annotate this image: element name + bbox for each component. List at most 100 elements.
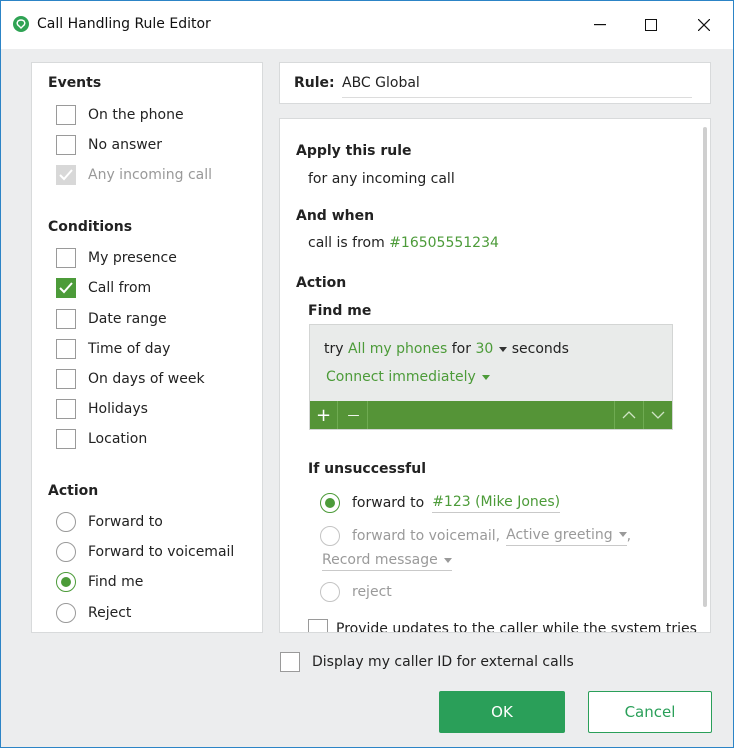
rule-details-panel: Apply this rule for any incoming call An… [279,118,711,633]
radio-button[interactable] [56,512,76,532]
radio-button[interactable] [56,603,76,623]
title-bar: Call Handling Rule Editor [1,1,733,49]
minimize-button[interactable] [577,1,623,49]
radio-button-selected[interactable] [56,572,76,592]
fallback-reject[interactable]: reject [320,580,392,604]
voicemail-label: forward to voicemail, [352,528,501,544]
greeting-dropdown[interactable]: Active greeting [506,526,627,546]
action-reject[interactable]: Reject [56,601,131,625]
connect-dropdown[interactable]: Connect immediately [326,369,490,385]
move-up-button[interactable] [614,401,642,429]
greeting-value: Active greeting [506,526,613,543]
condition-my-presence[interactable]: My presence [56,246,177,270]
add-step-button[interactable]: + [310,401,338,429]
scrollbar[interactable] [703,127,707,607]
rule-name-panel: Rule: ABC Global [279,62,711,104]
condition-holidays[interactable]: Holidays [56,397,148,421]
cancel-button[interactable]: Cancel [588,691,712,733]
event-label: Any incoming call [88,167,213,183]
remove-step-button[interactable]: — [340,401,368,429]
seconds-word: seconds [511,341,569,357]
maximize-button[interactable] [628,1,674,49]
plus-icon: + [315,404,332,426]
checkbox-disabled [56,165,76,185]
radio-button-selected[interactable] [320,493,340,513]
try-target-link[interactable]: All my phones [348,341,447,357]
condition-label: Holidays [88,401,148,417]
chevron-down-icon [443,557,452,563]
caller-id-option[interactable]: Display my caller ID for external calls [280,650,574,674]
rule-editor-window: Call Handling Rule Editor Events On the … [0,0,734,748]
event-on-the-phone[interactable]: On the phone [56,103,184,127]
action-forward-to-voicemail[interactable]: Forward to voicemail [56,540,234,564]
action-label: Forward to voicemail [88,544,235,560]
conditions-heading: Conditions [48,219,133,235]
for-word: for [451,341,471,357]
chevron-down-icon [499,346,508,352]
action-forward-to[interactable]: Forward to [56,510,163,534]
provide-updates-option[interactable]: Provide updates to the caller while the … [308,617,697,633]
record-message-value: Record message [322,552,438,568]
events-heading: Events [48,75,102,91]
seconds-dropdown[interactable]: 30 [475,341,508,357]
action-find-me[interactable]: Find me [56,570,143,594]
checkmark-icon [59,169,73,181]
forward-target-dropdown[interactable]: #123 (Mike Jones) [432,494,561,513]
checkbox[interactable] [280,652,300,672]
checkmark-icon [59,282,73,294]
radio-button[interactable] [320,526,340,546]
close-icon [698,19,710,31]
checkbox[interactable] [56,135,76,155]
action-section-heading: Action [296,275,347,291]
maximize-icon [645,19,657,31]
rule-label: Rule: [294,75,335,91]
find-me-toolbar: + — [310,401,672,429]
reject-label: reject [352,584,392,600]
fallback-forward-to[interactable]: forward to #123 (Mike Jones) [320,491,561,515]
rule-name-input[interactable]: ABC Global [342,75,692,98]
apply-text: for any incoming call [308,171,455,187]
record-message-dropdown[interactable]: Record message [322,552,452,571]
close-button[interactable] [681,1,727,49]
chevron-down-icon [618,532,627,537]
fallback-forward-label: forward to [352,495,425,511]
condition-date-range[interactable]: Date range [56,307,167,331]
event-label: No answer [88,137,163,153]
minimize-icon [594,24,606,26]
checkbox[interactable] [56,309,76,329]
provide-updates-label: Provide updates to the caller while the … [336,621,697,633]
find-me-step: try All my phones for 30 seconds Connect… [309,324,673,430]
action-label: Find me [88,574,144,590]
checkbox[interactable] [56,248,76,268]
caller-number-link[interactable]: #16505551234 [389,235,499,251]
checkbox[interactable] [56,399,76,419]
window-title: Call Handling Rule Editor [37,16,211,32]
checkbox[interactable] [56,105,76,125]
fallback-forward-to-voicemail[interactable]: forward to voicemail, Active greeting , [320,524,631,548]
event-no-answer[interactable]: No answer [56,133,162,157]
action-label: Reject [88,605,132,621]
comma: , [626,528,632,544]
condition-label: Location [88,431,148,447]
event-any-incoming-call: Any incoming call [56,163,212,187]
action-heading: Action [48,483,99,499]
chevron-down-icon [651,411,664,419]
checkbox[interactable] [56,429,76,449]
condition-days-of-week[interactable]: On days of week [56,367,205,391]
condition-label: Date range [88,311,167,327]
condition-label: My presence [88,250,177,266]
condition-call-from[interactable]: Call from [56,276,151,300]
move-down-button[interactable] [643,401,671,429]
radio-button[interactable] [320,582,340,602]
checkbox[interactable] [56,339,76,359]
checkbox[interactable] [308,619,328,632]
condition-time-of-day[interactable]: Time of day [56,337,170,361]
ok-button[interactable]: OK [439,691,565,733]
condition-location[interactable]: Location [56,427,147,451]
chevron-up-icon [622,411,635,419]
checkbox[interactable] [56,369,76,389]
when-prefix: call is from [308,235,385,251]
checkbox-checked[interactable] [56,278,76,298]
radio-button[interactable] [56,542,76,562]
find-me-heading: Find me [308,303,372,319]
